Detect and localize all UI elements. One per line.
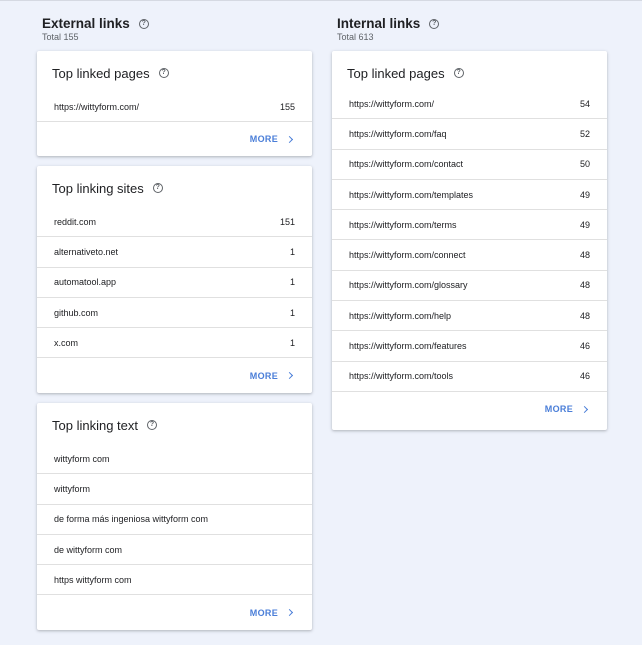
more-label: MORE: [249, 607, 278, 618]
chevron-right-icon: [285, 372, 294, 380]
help-icon[interactable]: ?: [453, 68, 464, 78]
chevron-right-icon: [285, 135, 294, 143]
external-links-header: External links ? Total 155: [37, 0, 312, 51]
table-row[interactable]: wittyform com: [37, 444, 312, 475]
external-top-linking-text-card: Top linking text ? wittyform com wittyfo…: [37, 403, 312, 630]
internal-links-section: Internal links ? Total 613 Top linked pa…: [332, 0, 607, 430]
row-label: https://wittyform.com/features: [349, 341, 467, 352]
table-row[interactable]: automatool.app 1: [37, 268, 312, 298]
help-icon[interactable]: ?: [147, 420, 157, 430]
row-label: de forma más ingeniosa wittyform com: [54, 514, 209, 525]
row-label: x.com: [54, 337, 79, 348]
row-value: 1: [289, 246, 295, 257]
more-label: MORE: [544, 404, 573, 415]
table-row[interactable]: wittyform: [37, 474, 312, 505]
more-label: MORE: [249, 370, 278, 381]
internal-links-total: Total 613: [337, 32, 374, 42]
row-value: 46: [579, 341, 590, 352]
table-row[interactable]: https://wittyform.com/contact 50: [332, 150, 607, 180]
card-title: Top linked pages: [52, 65, 150, 81]
row-value: 155: [279, 101, 295, 112]
internal-links-title: Internal links: [337, 16, 421, 31]
row-label: alternativeto.net: [54, 246, 119, 257]
row-label: wittyform com: [54, 453, 110, 464]
help-icon[interactable]: ?: [158, 68, 169, 78]
more-button[interactable]: MORE: [544, 404, 589, 415]
table-row[interactable]: https://wittyform.com/help 48: [332, 301, 607, 332]
chevron-right-icon: [580, 405, 589, 414]
row-value: 1: [289, 307, 295, 318]
help-icon[interactable]: ?: [138, 18, 149, 29]
table-row[interactable]: https://wittyform.com/tools 46: [332, 362, 607, 392]
table-row[interactable]: alternativeto.net 1: [37, 237, 312, 268]
row-label: github.com: [54, 307, 99, 318]
row-value: 151: [279, 216, 295, 227]
row-label: https wittyform com: [54, 574, 132, 585]
internal-links-header: Internal links ? Total 613: [332, 0, 607, 51]
row-label: de wittyform com: [54, 544, 123, 555]
table-row[interactable]: https://wittyform.com/ 155: [37, 92, 312, 123]
table-row[interactable]: de wittyform com: [37, 535, 312, 566]
row-value: 49: [579, 189, 590, 200]
more-button[interactable]: MORE: [249, 370, 294, 381]
row-value: 54: [579, 98, 590, 109]
table-row[interactable]: github.com 1: [37, 298, 312, 329]
table-row[interactable]: https://wittyform.com/ 54: [332, 89, 607, 120]
row-label: automatool.app: [54, 277, 117, 288]
row-value: 50: [579, 159, 590, 170]
row-value: 49: [579, 219, 590, 230]
table-row[interactable]: x.com 1: [37, 328, 312, 359]
row-label: https://wittyform.com/templates: [349, 189, 474, 200]
table-row[interactable]: https wittyform com: [37, 565, 312, 596]
row-label: https://wittyform.com/connect: [349, 250, 466, 261]
row-label: https://wittyform.com/glossary: [349, 280, 468, 291]
row-value: 48: [579, 280, 590, 291]
row-value: 1: [289, 337, 295, 348]
table-row[interactable]: https://wittyform.com/features 46: [332, 331, 607, 362]
card-title: Top linking sites: [52, 180, 144, 196]
card-title: Top linking text: [52, 417, 138, 433]
row-label: https://wittyform.com/help: [349, 310, 452, 321]
table-row[interactable]: https://wittyform.com/templates 49: [332, 180, 607, 211]
external-top-linking-sites-card: Top linking sites ? reddit.com 151 alter…: [37, 166, 312, 393]
row-label: https://wittyform.com/contact: [349, 159, 464, 170]
row-label: https://wittyform.com/: [54, 101, 140, 112]
card-title: Top linked pages: [347, 65, 445, 81]
more-button[interactable]: MORE: [249, 134, 294, 145]
table-row[interactable]: https://wittyform.com/connect 48: [332, 240, 607, 271]
row-label: https://wittyform.com/faq: [349, 128, 447, 139]
row-value: 52: [579, 128, 590, 139]
row-label: https://wittyform.com/: [349, 98, 435, 109]
more-button[interactable]: MORE: [249, 607, 294, 618]
external-top-linked-pages-card: Top linked pages ? https://wittyform.com…: [37, 51, 312, 156]
row-value: 46: [579, 371, 590, 382]
row-label: https://wittyform.com/tools: [349, 371, 454, 382]
more-label: MORE: [249, 134, 278, 145]
table-row[interactable]: https://wittyform.com/terms 49: [332, 210, 607, 241]
help-icon[interactable]: ?: [152, 183, 163, 193]
row-label: reddit.com: [54, 216, 97, 227]
table-row[interactable]: de forma más ingeniosa wittyform com: [37, 505, 312, 535]
external-links-section: External links ? Total 155 Top linked pa…: [37, 0, 312, 630]
internal-top-linked-pages-card: Top linked pages ? https://wittyform.com…: [332, 51, 607, 430]
external-links-total: Total 155: [42, 32, 79, 42]
row-label: wittyform: [54, 483, 90, 494]
row-value: 1: [289, 277, 295, 288]
external-links-title: External links: [42, 16, 130, 31]
table-row[interactable]: reddit.com 151: [37, 207, 312, 238]
chevron-right-icon: [285, 609, 294, 617]
table-row[interactable]: https://wittyform.com/glossary 48: [332, 271, 607, 302]
row-value: 48: [579, 310, 590, 321]
row-label: https://wittyform.com/terms: [349, 219, 457, 230]
row-value: 48: [579, 250, 590, 261]
table-row[interactable]: https://wittyform.com/faq 52: [332, 119, 607, 150]
help-icon[interactable]: ?: [429, 18, 440, 29]
